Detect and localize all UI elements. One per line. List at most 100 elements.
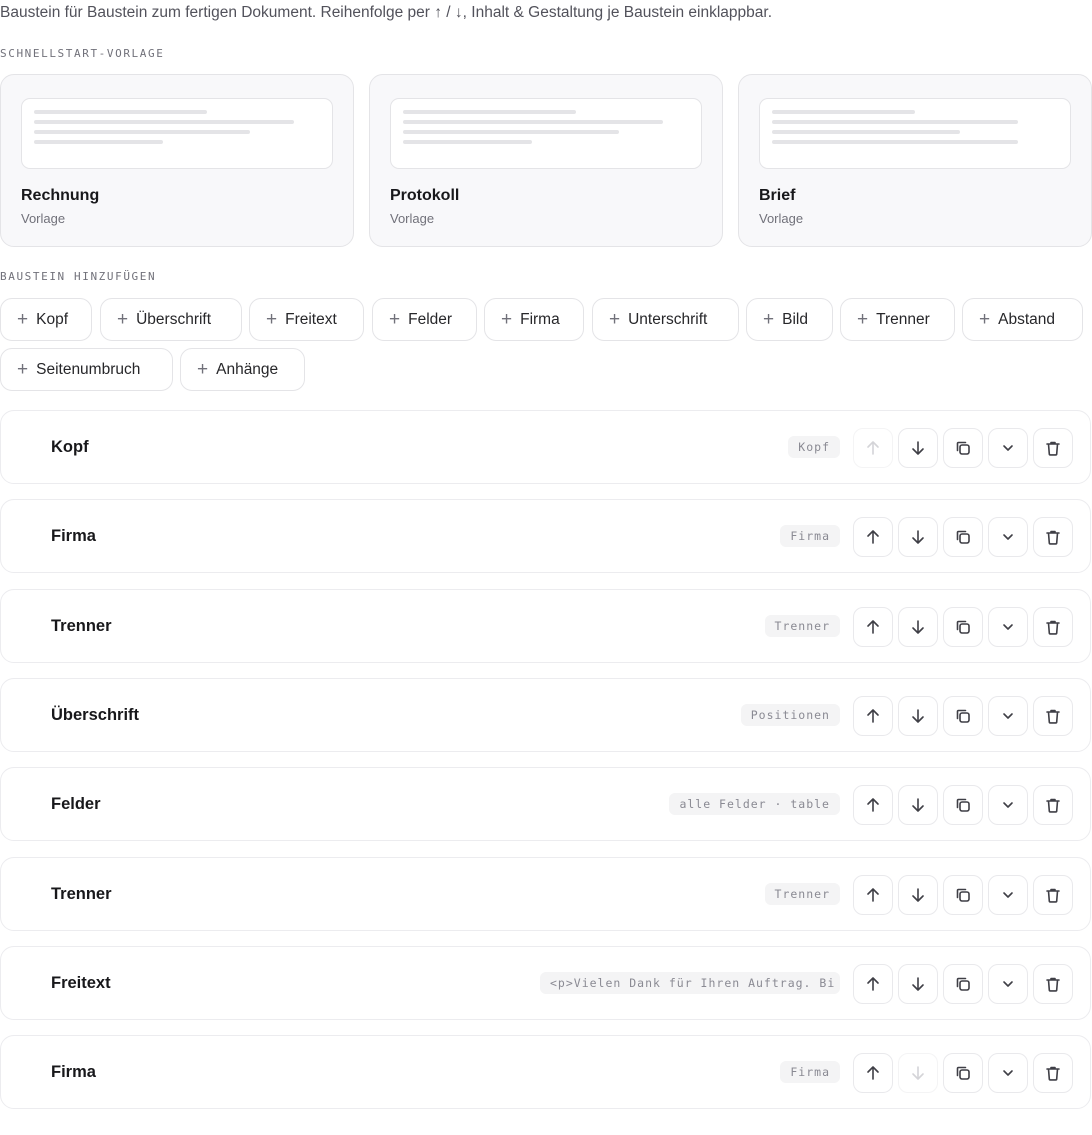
expand-button[interactable] — [988, 874, 1028, 915]
add-anhaenge-button[interactable]: + Anhänge — [180, 348, 305, 391]
add-unterschrift-button[interactable]: + Unterschrift — [592, 298, 739, 341]
add-ueberschrift-button[interactable]: + Überschrift — [100, 298, 242, 341]
trash-icon — [1046, 1066, 1060, 1081]
move-down-button[interactable] — [898, 517, 938, 558]
chevron-down-icon — [1003, 623, 1013, 630]
add-felder-button[interactable]: + Felder — [372, 298, 477, 341]
duplicate-button[interactable] — [943, 695, 983, 736]
delete-button[interactable] — [1033, 606, 1073, 647]
move-up-button[interactable] — [853, 874, 893, 915]
block-row[interactable]: Überschrift Positionen — [0, 677, 1091, 752]
move-down-button[interactable] — [898, 963, 938, 1004]
chevron-down-icon — [1003, 802, 1013, 808]
delete-button[interactable] — [1033, 695, 1073, 736]
plus-icon: + — [389, 309, 401, 330]
move-up-button[interactable] — [853, 963, 893, 1004]
move-up-button[interactable] — [853, 606, 893, 647]
chevron-down-icon — [1003, 445, 1013, 451]
delete-button[interactable] — [1033, 785, 1073, 826]
arrow-up-icon — [867, 441, 879, 455]
add-block-row: + Seitenumbruch + Anhänge — [0, 348, 400, 391]
template-card-rechnung[interactable]: Rechnung Vorlage — [0, 74, 354, 247]
arrow-down-icon — [912, 441, 924, 455]
add-button-label: Firma — [520, 310, 560, 328]
move-down-button[interactable] — [898, 1053, 938, 1094]
template-list: Rechnung Vorlage Protokoll Vorlage Brief… — [0, 74, 1092, 247]
add-kopf-button[interactable]: + Kopf — [0, 298, 92, 341]
duplicate-icon — [956, 798, 970, 812]
move-down-button[interactable] — [898, 695, 938, 736]
template-name: Brief — [759, 187, 796, 204]
add-bild-button[interactable]: + Bild — [746, 298, 833, 341]
move-down-button[interactable] — [898, 785, 938, 826]
add-button-label: Seitenumbruch — [36, 360, 141, 378]
move-up-button[interactable] — [853, 1053, 893, 1094]
delete-button[interactable] — [1033, 1053, 1073, 1094]
add-button-label: Anhänge — [216, 360, 279, 378]
move-down-button[interactable] — [898, 874, 938, 915]
template-card-brief[interactable]: Brief Vorlage — [738, 74, 1092, 247]
arrow-up-icon — [867, 887, 879, 902]
duplicate-icon — [956, 709, 970, 723]
block-row[interactable]: Freitext <p>Vielen Dank für Ihren Auftrag… — [0, 945, 1091, 1020]
block-row[interactable]: Kopf Kopf — [0, 410, 1091, 484]
delete-button[interactable] — [1033, 428, 1073, 468]
arrow-up-icon — [867, 798, 879, 812]
duplicate-button[interactable] — [943, 785, 983, 826]
arrow-up-icon — [867, 530, 879, 545]
block-tag: Trenner — [764, 882, 840, 905]
delete-button[interactable] — [1033, 963, 1073, 1004]
block-row[interactable]: Trenner Trenner — [0, 856, 1091, 931]
plus-icon: + — [17, 359, 29, 380]
template-card-protokoll[interactable]: Protokoll Vorlage — [369, 74, 723, 247]
add-freitext-button[interactable]: + Freitext — [249, 298, 364, 341]
templates-section-label: SCHNELLSTART-VORLAGE — [0, 47, 165, 60]
trash-icon — [1046, 977, 1060, 992]
template-name: Protokoll — [390, 187, 460, 204]
move-down-button[interactable] — [898, 428, 938, 468]
block-tag: Positionen — [740, 703, 840, 726]
add-abstand-button[interactable]: + Abstand — [962, 298, 1083, 341]
expand-button[interactable] — [988, 1053, 1028, 1094]
expand-button[interactable] — [988, 606, 1028, 647]
block-title: Trenner — [51, 616, 112, 635]
duplicate-icon — [956, 977, 970, 991]
delete-button[interactable] — [1033, 874, 1073, 915]
duplicate-button[interactable] — [943, 517, 983, 558]
expand-button[interactable] — [988, 517, 1028, 558]
template-preview — [390, 98, 702, 169]
expand-button[interactable] — [988, 428, 1028, 468]
add-seitenumbruch-button[interactable]: + Seitenumbruch — [0, 348, 173, 391]
add-button-label: Kopf — [36, 310, 68, 328]
duplicate-button[interactable] — [943, 606, 983, 647]
add-trenner-button[interactable]: + Trenner — [840, 298, 955, 341]
expand-button[interactable] — [988, 963, 1028, 1004]
duplicate-button[interactable] — [943, 428, 983, 468]
move-up-button[interactable] — [853, 517, 893, 558]
block-row[interactable]: Trenner Trenner — [0, 588, 1091, 663]
expand-button[interactable] — [988, 695, 1028, 736]
move-down-button[interactable] — [898, 606, 938, 647]
plus-icon: + — [763, 309, 775, 330]
duplicate-button[interactable] — [943, 874, 983, 915]
duplicate-icon — [956, 1066, 970, 1080]
move-up-button[interactable] — [853, 785, 893, 826]
block-title: Überschrift — [51, 705, 140, 724]
expand-button[interactable] — [988, 785, 1028, 826]
duplicate-button[interactable] — [943, 1053, 983, 1094]
block-row[interactable]: Firma Firma — [0, 1035, 1091, 1110]
arrow-up-icon — [867, 976, 879, 991]
block-title: Felder — [51, 795, 101, 814]
block-title: Firma — [51, 527, 96, 546]
plus-icon: + — [197, 359, 209, 380]
add-block-row: + Kopf + Überschrift + Freitext + Felder + Fi… — [0, 298, 1092, 341]
block-row[interactable]: Firma Firma — [0, 499, 1091, 574]
add-firma-button[interactable]: + Firma — [484, 298, 584, 341]
add-button-label: Abstand — [998, 310, 1055, 328]
move-up-button[interactable] — [853, 428, 893, 468]
move-up-button[interactable] — [853, 695, 893, 736]
duplicate-button[interactable] — [943, 963, 983, 1004]
block-row[interactable]: Felder alle Felder · table — [0, 767, 1091, 842]
delete-button[interactable] — [1033, 517, 1073, 558]
plus-icon: + — [857, 309, 869, 330]
